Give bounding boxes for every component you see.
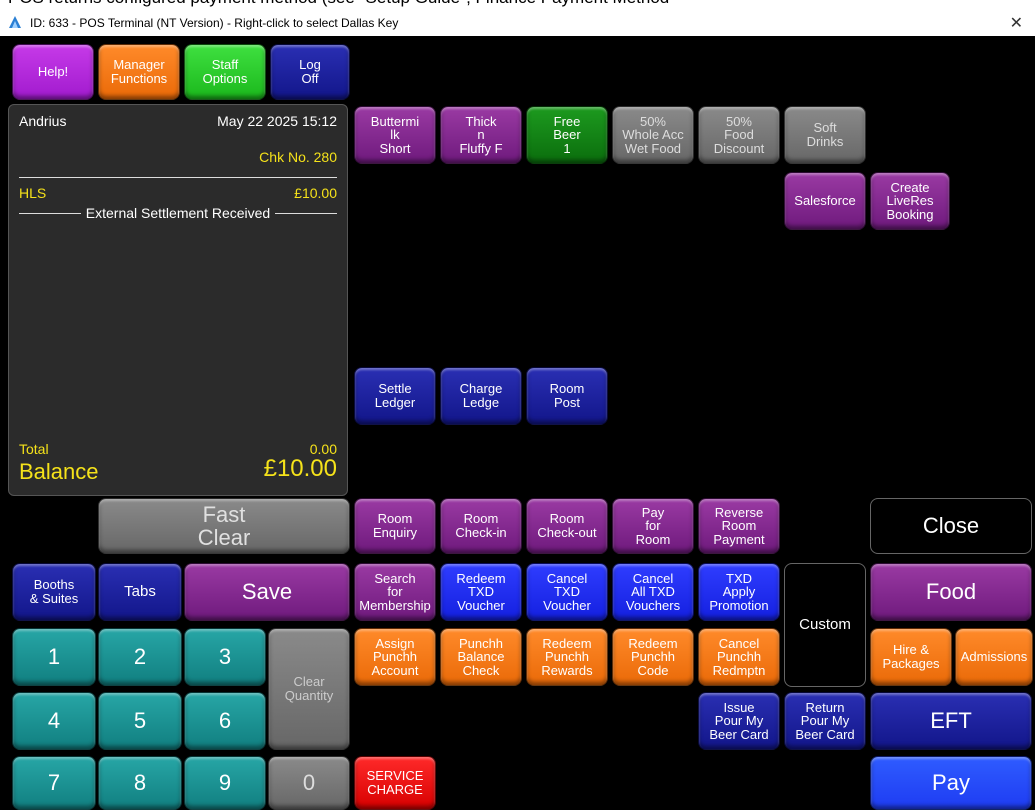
issue-pour-my-beer-card-button[interactable]: Issue Pour My Beer Card bbox=[698, 692, 780, 750]
cancel-all-txd-vouchers-button[interactable]: Cancel All TXD Vouchers bbox=[612, 563, 694, 621]
txd-apply-promotion-button[interactable]: TXD Apply Promotion bbox=[698, 563, 780, 621]
close-button[interactable]: Close bbox=[870, 498, 1032, 554]
keypad-9[interactable]: 9 bbox=[184, 756, 266, 810]
redeem-txd-voucher-button[interactable]: Redeem TXD Voucher bbox=[440, 563, 522, 621]
staff-options-button[interactable]: Staff Options bbox=[184, 44, 266, 100]
log-off-button[interactable]: Log Off bbox=[270, 44, 350, 100]
save-button[interactable]: Save bbox=[184, 563, 350, 621]
keypad-8[interactable]: 8 bbox=[98, 756, 182, 810]
eft-button[interactable]: EFT bbox=[870, 692, 1032, 750]
line-item-price: £10.00 bbox=[294, 185, 337, 201]
keypad-6[interactable]: 6 bbox=[184, 692, 266, 750]
punchh-balance-check-button[interactable]: Punchh Balance Check bbox=[440, 628, 522, 686]
booths-suites-button[interactable]: Booths & Suites bbox=[12, 563, 96, 621]
keypad-5[interactable]: 5 bbox=[98, 692, 182, 750]
fast-clear-button[interactable]: Fast Clear bbox=[98, 498, 350, 554]
clear-quantity-button[interactable]: Clear Quantity bbox=[268, 628, 350, 750]
keypad-4[interactable]: 4 bbox=[12, 692, 96, 750]
pay-button[interactable]: Pay bbox=[870, 756, 1032, 810]
keypad-0[interactable]: 0 bbox=[268, 756, 350, 810]
settlement-line-left bbox=[19, 212, 81, 214]
settlement-line-right bbox=[275, 212, 337, 214]
soft-drinks-button[interactable]: Soft Drinks bbox=[784, 106, 866, 164]
pay-for-room-button[interactable]: Pay for Room bbox=[612, 498, 694, 554]
room-check-in-button[interactable]: Room Check-in bbox=[440, 498, 522, 554]
room-enquiry-button[interactable]: Room Enquiry bbox=[354, 498, 436, 554]
balance-value: £10.00 bbox=[263, 455, 337, 482]
settle-ledger-button[interactable]: Settle Ledger bbox=[354, 367, 436, 425]
room-post-button[interactable]: Room Post bbox=[526, 367, 608, 425]
line-item-name: HLS bbox=[19, 185, 47, 201]
receipt-divider bbox=[19, 177, 337, 178]
app-icon bbox=[9, 16, 21, 28]
buttermilk-short-button[interactable]: Buttermi lk Short bbox=[354, 106, 436, 164]
background-text-fragment: POS returns configured payment method (s… bbox=[0, 0, 1035, 8]
service-charge-button[interactable]: SERVICE CHARGE bbox=[354, 756, 436, 810]
room-check-out-button[interactable]: Room Check-out bbox=[526, 498, 608, 554]
food-discount-button[interactable]: 50% Food Discount bbox=[698, 106, 780, 164]
create-liveres-booking-button[interactable]: Create LiveRes Booking bbox=[870, 172, 950, 230]
keypad-2[interactable]: 2 bbox=[98, 628, 182, 686]
check-receipt-panel: Andrius May 22 2025 15:12 Chk No. 280 HL… bbox=[8, 104, 348, 496]
close-icon[interactable]: ✕ bbox=[1010, 13, 1023, 33]
free-beer-button[interactable]: Free Beer 1 bbox=[526, 106, 608, 164]
tabs-button[interactable]: Tabs bbox=[98, 563, 182, 621]
keypad-7[interactable]: 7 bbox=[12, 756, 96, 810]
thick-fluffy-button[interactable]: Thick n Fluffy F bbox=[440, 106, 522, 164]
return-pour-my-beer-card-button[interactable]: Return Pour My Beer Card bbox=[784, 692, 866, 750]
assign-punchh-account-button[interactable]: Assign Punchh Account bbox=[354, 628, 436, 686]
custom-button[interactable]: Custom bbox=[784, 563, 866, 687]
food-button[interactable]: Food bbox=[870, 563, 1032, 621]
total-label: Total bbox=[19, 441, 49, 457]
charge-ledge-button[interactable]: Charge Ledge bbox=[440, 367, 522, 425]
manager-functions-button[interactable]: Manager Functions bbox=[98, 44, 180, 100]
server-name: Andrius bbox=[19, 113, 67, 129]
settlement-text: External Settlement Received bbox=[85, 205, 271, 221]
keypad-3[interactable]: 3 bbox=[184, 628, 266, 686]
check-datetime: May 22 2025 15:12 bbox=[217, 113, 337, 129]
cancel-txd-voucher-button[interactable]: Cancel TXD Voucher bbox=[526, 563, 608, 621]
fragment-text: POS returns configured payment method (s… bbox=[8, 0, 669, 8]
whole-acc-wet-food-button[interactable]: 50% Whole Acc Wet Food bbox=[612, 106, 694, 164]
balance-label: Balance bbox=[19, 459, 99, 484]
check-number: Chk No. 280 bbox=[259, 149, 337, 165]
salesforce-button[interactable]: Salesforce bbox=[784, 172, 866, 230]
admissions-button[interactable]: Admissions bbox=[955, 628, 1033, 686]
cancel-punchh-redemption-button[interactable]: Cancel Punchh Redmptn bbox=[698, 628, 780, 686]
reverse-room-payment-button[interactable]: Reverse Room Payment bbox=[698, 498, 780, 554]
search-membership-button[interactable]: Search for Membership bbox=[354, 563, 436, 621]
window-title: ID: 633 - POS Terminal (NT Version) - Ri… bbox=[30, 16, 399, 30]
redeem-punchh-rewards-button[interactable]: Redeem Punchh Rewards bbox=[526, 628, 608, 686]
hire-packages-button[interactable]: Hire & Packages bbox=[870, 628, 952, 686]
help-button[interactable]: Help! bbox=[12, 44, 94, 100]
keypad-1[interactable]: 1 bbox=[12, 628, 96, 686]
window-titlebar: ID: 633 - POS Terminal (NT Version) - Ri… bbox=[0, 8, 1035, 36]
redeem-punchh-code-button[interactable]: Redeem Punchh Code bbox=[612, 628, 694, 686]
settlement-row: External Settlement Received bbox=[19, 205, 337, 221]
